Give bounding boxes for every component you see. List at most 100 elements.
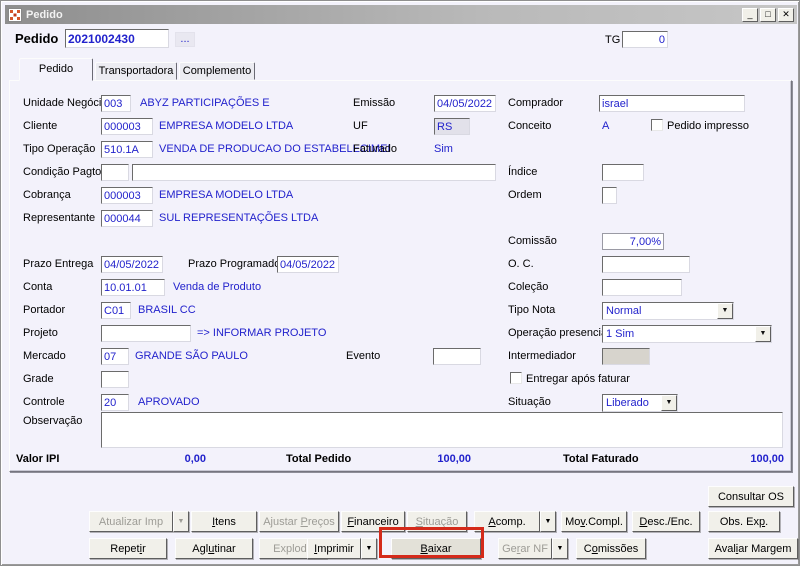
cliente-code-input[interactable] <box>101 118 153 135</box>
tipo-nota-value: Normal <box>606 305 642 317</box>
desc-enc-button[interactable]: Desc./Enc. <box>632 511 700 532</box>
condicao-pagto-code-input[interactable] <box>101 164 129 181</box>
avaliar-margem-button[interactable]: Avaliar Margem <box>708 538 798 559</box>
consultar-os-button[interactable]: Consultar OS <box>708 486 794 507</box>
representante-label: Representante <box>23 212 96 224</box>
app-icon <box>8 7 22 22</box>
cliente-desc: EMPRESA MODELO LTDA <box>159 120 294 132</box>
tipo-operacao-code-input[interactable] <box>101 141 153 158</box>
tipo-operacao-label: Tipo Operação <box>23 143 96 155</box>
pedido-header-label: Pedido <box>15 31 59 46</box>
uf-input[interactable] <box>434 118 470 135</box>
cobranca-label: Cobrança <box>23 189 71 201</box>
valor-ipi-value: 0,00 <box>184 453 206 465</box>
comissoes-button[interactable]: Comissões <box>576 538 646 559</box>
close-icon[interactable]: ✕ <box>778 7 794 22</box>
pedido-window: Pedido _ □ ✕ Pedido ... TG Pedido Transp… <box>0 0 800 566</box>
mov-compl-button[interactable]: Mov.Compl. <box>561 511 627 532</box>
pedido-number-input[interactable] <box>65 29 169 48</box>
condicao-pagto-desc-input[interactable] <box>132 164 496 181</box>
conceito-value: A <box>602 120 610 132</box>
cliente-label: Cliente <box>23 120 58 132</box>
oc-label: O. C. <box>508 258 534 270</box>
projeto-input[interactable] <box>101 325 191 342</box>
indice-label: Índice <box>508 166 538 178</box>
colecao-input[interactable] <box>602 279 682 296</box>
window-title: Pedido <box>26 8 63 21</box>
operacao-presencial-value: 1 Sim <box>606 328 635 340</box>
mercado-code-input[interactable] <box>101 348 129 365</box>
uf-label: UF <box>353 120 368 132</box>
imprimir-dropdown-icon[interactable]: ▼ <box>361 538 377 559</box>
pedido-impresso-label: Pedido impresso <box>667 120 749 132</box>
prazo-programado-label: Prazo Programado <box>188 258 281 270</box>
situacao-select[interactable]: Liberado ▼ <box>602 394 678 412</box>
aglutinar-button[interactable]: Aglutinar <box>175 538 253 559</box>
gerar-nf-dropdown-icon[interactable]: ▼ <box>552 538 568 559</box>
faturado-label: Faturado <box>353 143 398 155</box>
tg-input[interactable] <box>622 31 668 48</box>
pedido-lookup-button[interactable]: ... <box>175 32 195 47</box>
comprador-input[interactable] <box>599 95 745 112</box>
grade-input[interactable] <box>101 371 129 388</box>
situacao-campo-label: Situação <box>508 396 551 408</box>
observacao-textarea[interactable] <box>101 412 783 448</box>
evento-input[interactable] <box>433 348 481 365</box>
oc-input[interactable] <box>602 256 690 273</box>
controle-code-input[interactable] <box>101 394 129 411</box>
acomp-dropdown-icon[interactable]: ▼ <box>540 511 556 532</box>
minimize-icon[interactable]: _ <box>742 7 758 22</box>
prazo-entrega-input[interactable] <box>101 256 163 273</box>
maximize-icon[interactable]: □ <box>760 7 776 22</box>
unidade-negocio-code-input[interactable] <box>101 95 131 112</box>
intermediador-input <box>602 348 650 365</box>
emissao-input[interactable] <box>434 95 496 112</box>
entregar-apos-faturar-checkbox[interactable] <box>510 372 522 384</box>
itens-button[interactable]: Itens <box>191 511 257 532</box>
representante-desc: SUL REPRESENTAÇÕES LTDA <box>159 212 319 224</box>
tab-transportadora[interactable]: Transportadora <box>95 62 177 80</box>
comissao-label: Comissão <box>508 235 557 247</box>
total-faturado-value: 100,00 <box>750 453 784 465</box>
tipo-nota-label: Tipo Nota <box>508 304 556 316</box>
emissao-label: Emissão <box>353 97 396 109</box>
projeto-hint: => INFORMAR PROJETO <box>197 327 327 339</box>
atualizar-imp-button: Atualizar Imp <box>89 511 173 532</box>
portador-code-input[interactable] <box>101 302 131 319</box>
situacao-value: Liberado <box>606 397 649 409</box>
indice-input[interactable] <box>602 164 644 181</box>
conta-desc: Venda de Produto <box>173 281 262 293</box>
cobranca-code-input[interactable] <box>101 187 153 204</box>
ordem-input[interactable] <box>602 187 617 204</box>
entregar-apos-faturar-label: Entregar após faturar <box>526 373 630 385</box>
total-pedido-label: Total Pedido <box>286 453 352 465</box>
comprador-label: Comprador <box>508 97 564 109</box>
prazo-entrega-label: Prazo Entrega <box>23 258 94 270</box>
chevron-down-icon[interactable]: ▼ <box>661 395 677 411</box>
repetir-button[interactable]: Repetir <box>89 538 167 559</box>
condicao-pagto-label: Condição Pagto. <box>23 166 105 178</box>
comissao-input[interactable] <box>602 233 664 250</box>
operacao-presencial-select[interactable]: 1 Sim ▼ <box>602 325 772 343</box>
prazo-programado-input[interactable] <box>277 256 339 273</box>
pedido-impresso-checkbox[interactable] <box>651 119 663 131</box>
obs-exp-button[interactable]: Obs. Exp. <box>708 511 780 532</box>
conta-label: Conta <box>23 281 53 293</box>
app-icon-glyph <box>10 9 20 20</box>
unidade-negocio-label: Unidade Negócio <box>23 97 108 109</box>
tg-label: TG <box>605 34 621 46</box>
conta-code-input[interactable] <box>101 279 165 296</box>
tab-complemento[interactable]: Complemento <box>179 62 255 80</box>
tab-pedido[interactable]: Pedido <box>19 58 93 81</box>
controle-label: Controle <box>23 396 65 408</box>
observacao-label: Observação <box>23 415 83 427</box>
tipo-nota-select[interactable]: Normal ▼ <box>602 302 734 320</box>
representante-code-input[interactable] <box>101 210 153 227</box>
ordem-label: Ordem <box>508 189 542 201</box>
chevron-down-icon[interactable]: ▼ <box>755 326 771 342</box>
chevron-down-icon[interactable]: ▼ <box>717 303 733 319</box>
faturado-value: Sim <box>434 143 453 155</box>
imprimir-button[interactable]: Imprimir <box>307 538 361 559</box>
portador-label: Portador <box>23 304 66 316</box>
conceito-label: Conceito <box>508 120 552 132</box>
